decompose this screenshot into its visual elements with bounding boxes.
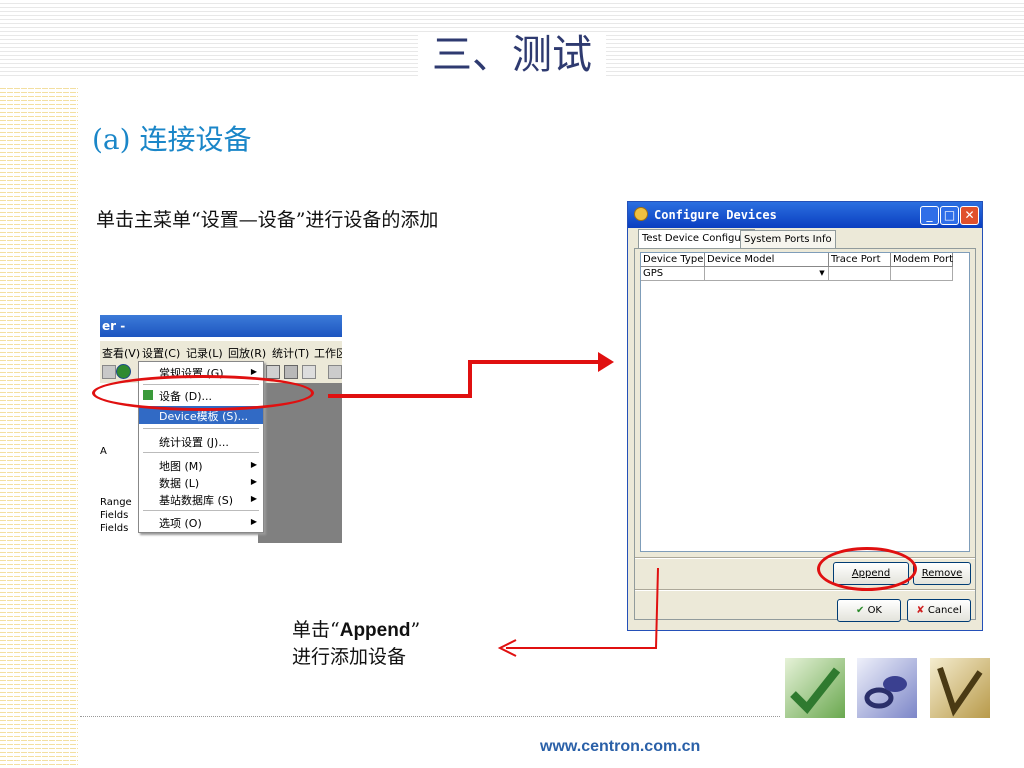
- ok-button[interactable]: ✔ OK: [837, 599, 901, 622]
- dialog-title: Configure Devices: [654, 208, 777, 222]
- blue-disc-tile-icon: [857, 658, 917, 718]
- column-header-modem-port[interactable]: Modem Port: [891, 253, 953, 267]
- submenu-arrow-icon: ▶: [250, 517, 257, 526]
- footer-url[interactable]: www.centron.com.cn: [540, 738, 700, 756]
- column-header-device-type[interactable]: Device Type: [641, 253, 705, 267]
- cell-trace-port[interactable]: [829, 267, 891, 281]
- submenu-arrow-icon: ▶: [250, 460, 257, 469]
- append-note: 单击“Append” 进行添加设备: [292, 617, 420, 670]
- menu-separator: [143, 452, 259, 453]
- side-label: Fields: [100, 523, 129, 534]
- gold-check-tile-icon: [930, 658, 990, 718]
- menu-separator: [143, 428, 259, 429]
- remove-button[interactable]: Remove: [913, 562, 971, 585]
- menu-item-cell-db[interactable]: 基站数据库 (S): [159, 492, 233, 508]
- column-header-device-model[interactable]: Device Model: [705, 253, 829, 267]
- submenu-arrow-icon: ▶: [250, 477, 257, 486]
- configure-devices-dialog: Configure Devices _ □ ✕ Test Device Conf…: [627, 201, 983, 631]
- cell-device-type[interactable]: GPS: [641, 267, 705, 281]
- app-titlebar: er -: [100, 315, 342, 337]
- device-grid: Device Type Device Model Trace Port Mode…: [640, 252, 970, 552]
- green-check-tile-icon: [785, 658, 845, 718]
- column-header-trace-port[interactable]: Trace Port: [829, 253, 891, 267]
- footer-divider: [80, 716, 780, 717]
- tab-test-device-configure[interactable]: Test Device Configure: [638, 229, 755, 249]
- divider: [635, 557, 975, 559]
- grid-icon[interactable]: [284, 365, 298, 379]
- side-label: Range: [100, 497, 132, 508]
- submenu-arrow-icon: ▶: [250, 367, 257, 376]
- cross-icon: ✘: [916, 605, 925, 616]
- tab-panel: Device Type Device Model Trace Port Mode…: [634, 248, 976, 622]
- menu-view[interactable]: 查看(V): [102, 345, 140, 361]
- connector-arrow-icon: [328, 352, 614, 398]
- cancel-button[interactable]: ✘ Cancel: [907, 599, 971, 622]
- globe-icon[interactable]: [116, 364, 131, 379]
- side-label: Fields: [100, 510, 129, 521]
- note-append-word: Append: [339, 620, 411, 641]
- menu-item-options[interactable]: 选项 (O): [159, 515, 202, 531]
- highlight-ellipse-append: [817, 547, 917, 591]
- menu-screenshot: er - 查看(V) 设置(C) 记录(L) 回放(R) 统计(T) 工作区 A…: [100, 315, 342, 543]
- tool-icon[interactable]: [266, 365, 280, 379]
- app-menubar: 查看(V) 设置(C) 记录(L) 回放(R) 统计(T) 工作区: [100, 341, 342, 361]
- slide-title: 三、测试: [0, 22, 1024, 80]
- note-prefix: 单击“: [292, 619, 340, 641]
- side-label: A: [100, 446, 107, 457]
- chart-icon[interactable]: [302, 365, 316, 379]
- doc-icon[interactable]: [102, 365, 116, 379]
- note-suffix: ”: [410, 619, 421, 641]
- submenu-arrow-icon: ▶: [250, 494, 257, 503]
- menu-playback[interactable]: 回放(R): [228, 345, 266, 361]
- callout-arrow-icon: [497, 567, 659, 657]
- note-line2: 进行添加设备: [292, 646, 407, 668]
- side-labels: A Range Fields Fields: [100, 445, 132, 535]
- menu-stats[interactable]: 统计(T): [272, 345, 309, 361]
- menu-separator: [143, 510, 259, 511]
- highlight-ellipse-menu: [92, 375, 314, 411]
- dialog-titlebar: Configure Devices _ □ ✕: [628, 202, 982, 228]
- menu-log[interactable]: 记录(L): [186, 345, 223, 361]
- cell-device-model[interactable]: ▼: [705, 267, 829, 281]
- dropdown-arrow-icon[interactable]: ▼: [817, 268, 827, 279]
- close-icon[interactable]: ✕: [960, 206, 979, 225]
- minimize-icon[interactable]: _: [920, 206, 939, 225]
- app-icon: [634, 207, 648, 221]
- maximize-icon[interactable]: □: [940, 206, 959, 225]
- tab-system-ports-info[interactable]: System Ports Info: [740, 230, 836, 248]
- divider: [635, 589, 975, 591]
- checkmark-icon: ✔: [855, 605, 865, 616]
- slide-subtitle: (a) 连接设备: [92, 123, 252, 156]
- cell-modem-port[interactable]: [891, 267, 953, 281]
- left-stripes: [0, 85, 78, 768]
- menu-item-stats-settings[interactable]: 统计设置 (J)...: [159, 434, 229, 450]
- menu-settings[interactable]: 设置(C): [142, 345, 180, 361]
- instruction-text: 单击主菜单“设置—设备”进行设备的添加: [96, 209, 439, 231]
- menu-item-data[interactable]: 数据 (L): [159, 475, 199, 491]
- menu-item-map[interactable]: 地图 (M): [159, 458, 203, 474]
